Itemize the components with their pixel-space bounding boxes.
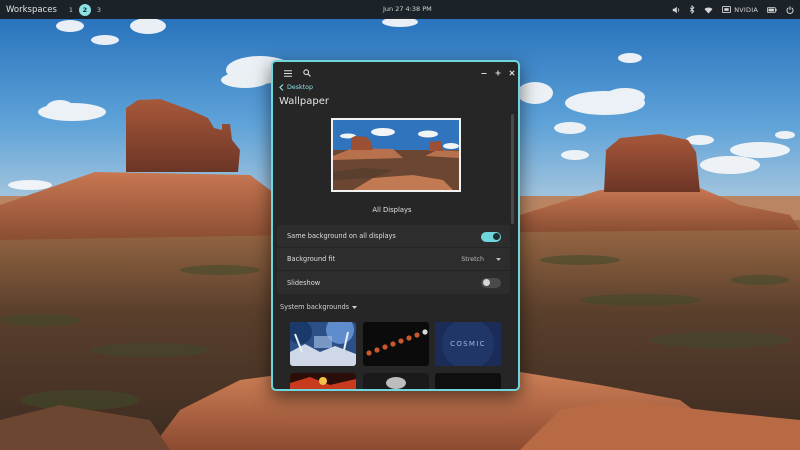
clock[interactable]: Jun 27 4:38 PM bbox=[383, 5, 432, 13]
close-icon bbox=[509, 70, 515, 76]
display-caption: All Displays bbox=[372, 206, 412, 214]
workspace-1-button[interactable]: 1 bbox=[65, 4, 77, 16]
system-backgrounds-header[interactable]: System backgrounds bbox=[280, 303, 358, 311]
search-button[interactable] bbox=[301, 67, 313, 79]
wallpaper-thumbnail[interactable] bbox=[435, 373, 501, 389]
toggle-knob bbox=[482, 279, 490, 286]
chevron-down-icon bbox=[496, 258, 501, 261]
gpu-icon bbox=[722, 6, 732, 13]
power-icon[interactable] bbox=[786, 5, 794, 14]
chevron-left-icon bbox=[279, 84, 284, 91]
settings-list: Same background on all displays Backgrou… bbox=[277, 225, 510, 294]
content-area: All Displays Same background on all disp… bbox=[273, 110, 518, 389]
maximize-button[interactable] bbox=[492, 67, 504, 79]
same-background-label: Same background on all displays bbox=[287, 232, 396, 240]
cosmic-thumbnail-label: COSMIC bbox=[450, 340, 486, 348]
wallpaper-thumbnail[interactable] bbox=[290, 322, 356, 366]
background-fit-value: Stretch bbox=[461, 256, 484, 263]
maximize-icon bbox=[495, 70, 501, 76]
gpu-menu[interactable]: NVIDIA bbox=[722, 6, 758, 14]
chevron-down-icon bbox=[352, 305, 358, 309]
minimize-icon bbox=[481, 72, 487, 75]
bluetooth-icon[interactable] bbox=[689, 5, 695, 14]
page-title: Wallpaper bbox=[279, 96, 330, 107]
same-background-row[interactable]: Same background on all displays bbox=[277, 225, 510, 248]
system-backgrounds-label: System backgrounds bbox=[280, 303, 350, 311]
system-tray: NVIDIA bbox=[672, 0, 794, 19]
workspace-3-button[interactable]: 3 bbox=[93, 4, 105, 16]
volume-icon[interactable] bbox=[672, 6, 680, 14]
workspaces-button[interactable]: Workspaces bbox=[6, 5, 57, 15]
breadcrumb-label: Desktop bbox=[287, 84, 313, 91]
wallpaper-preview[interactable] bbox=[331, 118, 461, 192]
close-button[interactable] bbox=[506, 67, 518, 79]
wallpaper-thumbnail[interactable] bbox=[363, 322, 429, 366]
settings-window: Desktop Wallpaper All Displays Same back… bbox=[271, 60, 520, 391]
workspace-2-button[interactable]: 2 bbox=[78, 3, 91, 16]
toggle-knob bbox=[492, 233, 500, 240]
breadcrumb[interactable]: Desktop bbox=[279, 84, 313, 91]
minimize-button[interactable] bbox=[478, 67, 490, 79]
wallpaper-thumbnail[interactable]: COSMIC bbox=[435, 322, 501, 366]
background-fit-label: Background fit bbox=[287, 255, 336, 263]
hamburger-icon bbox=[284, 69, 292, 77]
window-header[interactable] bbox=[273, 62, 518, 84]
menu-button[interactable] bbox=[282, 67, 294, 79]
battery-icon[interactable] bbox=[767, 6, 777, 13]
top-panel: Workspaces 1 2 3 Jun 27 4:38 PM NVIDIA bbox=[0, 0, 800, 19]
background-fit-row[interactable]: Background fit Stretch bbox=[277, 248, 510, 271]
background-fit-dropdown[interactable]: Stretch bbox=[461, 248, 501, 271]
slideshow-row[interactable]: Slideshow bbox=[277, 271, 510, 294]
wifi-icon[interactable] bbox=[704, 6, 713, 14]
same-background-toggle[interactable] bbox=[481, 231, 501, 242]
slideshow-label: Slideshow bbox=[287, 278, 321, 287]
scrollbar[interactable] bbox=[511, 114, 514, 224]
search-icon bbox=[303, 69, 311, 77]
wallpaper-thumbnail[interactable] bbox=[363, 373, 429, 389]
preview-image bbox=[333, 120, 459, 190]
slideshow-toggle[interactable] bbox=[481, 277, 501, 288]
gpu-label: NVIDIA bbox=[734, 5, 758, 14]
wallpaper-thumbnail[interactable] bbox=[290, 373, 356, 389]
